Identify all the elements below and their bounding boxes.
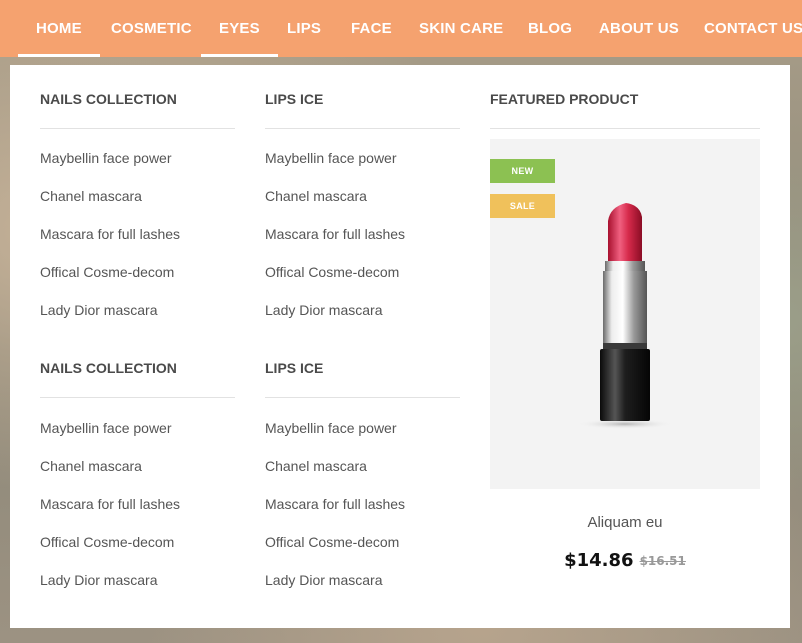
product-image[interactable]: NEW SALE — [490, 139, 760, 489]
menu-link[interactable]: Mascara for full lashes — [265, 496, 405, 512]
menu-link[interactable]: Offical Cosme-decom — [265, 264, 399, 280]
menu-link[interactable]: Maybellin face power — [40, 150, 172, 166]
nav-face[interactable]: FACE — [351, 0, 392, 57]
nav-skin-care[interactable]: SKIN CARE — [419, 0, 503, 57]
section-divider — [490, 128, 760, 129]
nav-contact-us[interactable]: CONTACT US — [704, 0, 802, 57]
nav-home[interactable]: HOME — [18, 0, 100, 57]
menu-link[interactable]: Lady Dior mascara — [265, 572, 383, 588]
sale-badge: SALE — [490, 194, 555, 218]
product-old-price: $16.51 — [639, 553, 686, 568]
menu-link[interactable]: Lady Dior mascara — [40, 302, 158, 318]
section-title-nails-collection: NAILS COLLECTION — [40, 360, 177, 376]
menu-link[interactable]: Offical Cosme-decom — [265, 534, 399, 550]
section-divider — [265, 128, 460, 129]
menu-link[interactable]: Maybellin face power — [265, 420, 397, 436]
menu-link[interactable]: Chanel mascara — [265, 458, 367, 474]
menu-link[interactable]: Mascara for full lashes — [40, 496, 180, 512]
section-title-lips-ice: LIPS ICE — [265, 91, 324, 107]
mega-menu-panel: NAILS COLLECTION Maybellin face power Ch… — [10, 65, 790, 628]
nav-eyes[interactable]: EYES — [201, 0, 278, 57]
menu-link[interactable]: Offical Cosme-decom — [40, 534, 174, 550]
section-divider — [40, 397, 235, 398]
product-price-row: $14.86 $16.51 — [490, 550, 760, 571]
menu-link[interactable]: Chanel mascara — [40, 458, 142, 474]
lipstick-icon — [577, 203, 673, 429]
section-divider — [40, 128, 235, 129]
section-title-nails-collection: NAILS COLLECTION — [40, 91, 177, 107]
section-title-lips-ice: LIPS ICE — [265, 360, 324, 376]
menu-link[interactable]: Offical Cosme-decom — [40, 264, 174, 280]
menu-link[interactable]: Lady Dior mascara — [40, 572, 158, 588]
new-badge: NEW — [490, 159, 555, 183]
featured-product-title: FEATURED PRODUCT — [490, 91, 639, 107]
nav-about-us[interactable]: ABOUT US — [599, 0, 679, 57]
menu-link[interactable]: Chanel mascara — [40, 188, 142, 204]
section-divider — [265, 397, 460, 398]
main-navbar: HOME COSMETIC EYES LIPS FACE SKIN CARE B… — [0, 0, 802, 57]
nav-cosmetic[interactable]: COSMETIC — [111, 0, 192, 57]
menu-link[interactable]: Maybellin face power — [40, 420, 172, 436]
menu-link[interactable]: Chanel mascara — [265, 188, 367, 204]
menu-link[interactable]: Maybellin face power — [265, 150, 397, 166]
menu-link[interactable]: Lady Dior mascara — [265, 302, 383, 318]
menu-link[interactable]: Mascara for full lashes — [40, 226, 180, 242]
nav-lips[interactable]: LIPS — [287, 0, 321, 57]
menu-link[interactable]: Mascara for full lashes — [265, 226, 405, 242]
product-price: $14.86 — [564, 550, 634, 571]
product-name[interactable]: Aliquam eu — [490, 514, 760, 531]
nav-blog[interactable]: BLOG — [528, 0, 572, 57]
